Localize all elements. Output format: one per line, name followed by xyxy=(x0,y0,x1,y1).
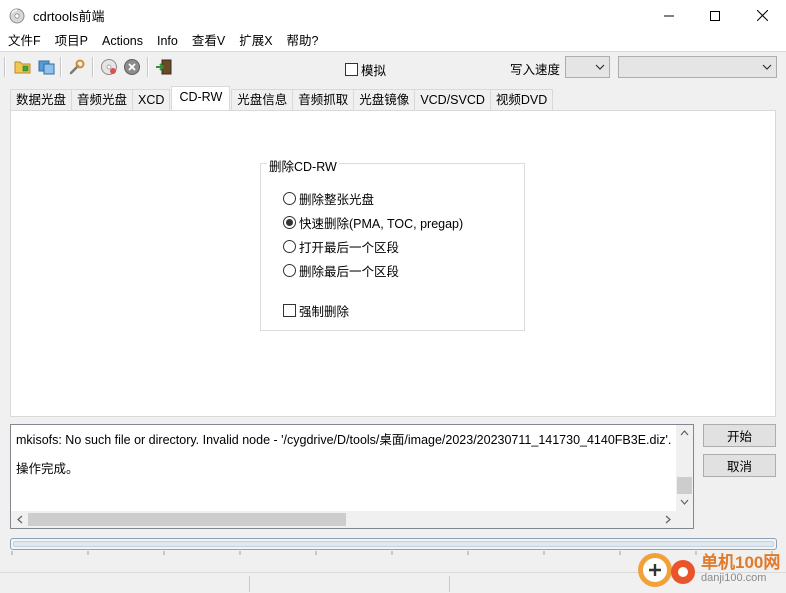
progress-track xyxy=(13,541,774,547)
force-erase-label: 强制删除 xyxy=(299,305,350,319)
simulate-checkbox[interactable] xyxy=(345,63,358,76)
window-title: cdrtools前端 xyxy=(33,9,105,24)
exit-button[interactable] xyxy=(153,56,175,78)
device-select[interactable] xyxy=(618,56,777,78)
radio-label: 删除整张光盘 xyxy=(299,193,375,207)
chevron-down-icon xyxy=(762,64,772,70)
exit-icon xyxy=(156,59,172,75)
tab-vcd-svcd[interactable]: VCD/SVCD xyxy=(414,89,491,110)
radio-button[interactable] xyxy=(283,264,296,277)
maximize-icon xyxy=(710,10,720,21)
close-icon xyxy=(756,10,768,21)
tab-cd-rw[interactable]: CD-RW xyxy=(171,86,231,110)
menu-info[interactable]: Info xyxy=(150,31,185,51)
toolbar-separator xyxy=(147,57,149,77)
menu-actions[interactable]: Actions xyxy=(95,31,150,51)
erase-group-title: 删除CD-RW xyxy=(267,156,339,175)
scroll-down-icon[interactable] xyxy=(680,499,689,506)
radio-dot xyxy=(286,219,293,226)
radio-label: 快速删除(PMA, TOC, pregap) xyxy=(299,217,464,231)
start-button[interactable]: 开始 xyxy=(703,424,776,447)
write-speed-label: 写入速度 xyxy=(510,63,561,77)
tab-audio-disc[interactable]: 音频光盘 xyxy=(71,89,134,110)
scroll-up-icon[interactable] xyxy=(680,429,689,436)
force-erase-row[interactable]: 强制删除 xyxy=(283,301,349,320)
erase-groupbox: 删除CD-RW 删除整张光盘 快速删除(PMA, TOC, pregap) 打开… xyxy=(260,156,525,331)
erase-option-full[interactable]: 删除整张光盘 xyxy=(283,189,374,208)
scroll-left-icon[interactable] xyxy=(16,515,23,524)
minimize-button[interactable] xyxy=(646,0,692,31)
maximize-button[interactable] xyxy=(692,0,738,31)
toolbar-separator xyxy=(92,57,94,77)
tab-strip: 数据光盘 音频光盘 XCD CD-RW 光盘信息 音频抓取 光盘镜像 VCD/S… xyxy=(10,86,554,110)
simulate-checkbox-row[interactable]: 模拟 xyxy=(345,60,386,79)
tab-video-dvd[interactable]: 视频DVD xyxy=(489,89,554,110)
watermark-icon xyxy=(638,553,695,587)
watermark-url: danji100.com xyxy=(701,572,767,584)
radio-button-selected[interactable] xyxy=(283,216,296,229)
menu-help[interactable]: 帮助? xyxy=(280,31,326,51)
burn-disc-icon xyxy=(101,59,117,75)
simulate-label: 模拟 xyxy=(361,64,387,78)
save-project-button[interactable] xyxy=(36,56,58,78)
tab-audio-grab[interactable]: 音频抓取 xyxy=(292,89,355,110)
tab-disc-info[interactable]: 光盘信息 xyxy=(231,89,294,110)
vertical-scroll-thumb[interactable] xyxy=(677,477,692,494)
radio-button[interactable] xyxy=(283,240,296,253)
wrench-icon xyxy=(69,59,85,75)
menu-bar: 文件F 项目P Actions Info 查看V 扩展X 帮助? xyxy=(0,31,786,51)
status-pane-1 xyxy=(0,576,250,592)
log-line: mkisofs: No such file or directory. Inva… xyxy=(16,433,672,447)
vertical-scrollbar[interactable] xyxy=(676,425,693,511)
erase-option-erase-last-session[interactable]: 删除最后一个区段 xyxy=(283,261,399,280)
tab-xcd[interactable]: XCD xyxy=(132,89,171,110)
watermark-logo: 单机100网 danji100.com xyxy=(635,549,780,589)
toolbar-grip xyxy=(4,57,6,77)
status-pane-2 xyxy=(250,576,450,592)
chevron-down-icon xyxy=(595,64,605,70)
stop-button[interactable] xyxy=(121,56,143,78)
title-bar: cdrtools前端 xyxy=(0,0,786,31)
scroll-corner xyxy=(677,511,693,528)
open-project-button[interactable] xyxy=(12,56,34,78)
radio-button[interactable] xyxy=(283,192,296,205)
force-erase-checkbox[interactable] xyxy=(283,304,296,317)
cd-rw-panel: 删除CD-RW 删除整张光盘 快速删除(PMA, TOC, pregap) 打开… xyxy=(10,110,776,417)
menu-view[interactable]: 查看V xyxy=(185,31,232,51)
log-line: 操作完成。 xyxy=(16,462,79,476)
burn-disc-button[interactable] xyxy=(98,56,120,78)
toolbar: 模拟 写入速度 xyxy=(0,52,786,82)
toolbar-separator xyxy=(60,57,62,77)
write-speed-select[interactable] xyxy=(565,56,610,78)
erase-option-open-last-session[interactable]: 打开最后一个区段 xyxy=(283,237,399,256)
tab-data-disc[interactable]: 数据光盘 xyxy=(10,89,73,110)
stop-icon xyxy=(124,59,140,75)
minimize-icon xyxy=(664,15,674,16)
scroll-right-icon[interactable] xyxy=(665,515,672,524)
tab-disc-image[interactable]: 光盘镜像 xyxy=(353,89,416,110)
settings-button[interactable] xyxy=(66,56,88,78)
horizontal-scroll-thumb[interactable] xyxy=(28,513,346,526)
log-output[interactable]: mkisofs: No such file or directory. Inva… xyxy=(10,424,694,529)
menu-project[interactable]: 项目P xyxy=(48,31,95,51)
erase-option-quick[interactable]: 快速删除(PMA, TOC, pregap) xyxy=(283,213,463,232)
app-disc-icon xyxy=(9,8,25,23)
radio-label: 删除最后一个区段 xyxy=(299,265,400,279)
menu-extend[interactable]: 扩展X xyxy=(232,31,279,51)
menu-file[interactable]: 文件F xyxy=(0,31,48,51)
radio-label: 打开最后一个区段 xyxy=(299,241,400,255)
horizontal-scrollbar[interactable] xyxy=(11,511,693,528)
folder-open-icon xyxy=(14,61,31,74)
cancel-button[interactable]: 取消 xyxy=(703,454,776,477)
watermark-title: 单机100网 xyxy=(701,553,781,572)
close-button[interactable] xyxy=(739,0,785,31)
copy-disc-icon xyxy=(38,60,55,75)
